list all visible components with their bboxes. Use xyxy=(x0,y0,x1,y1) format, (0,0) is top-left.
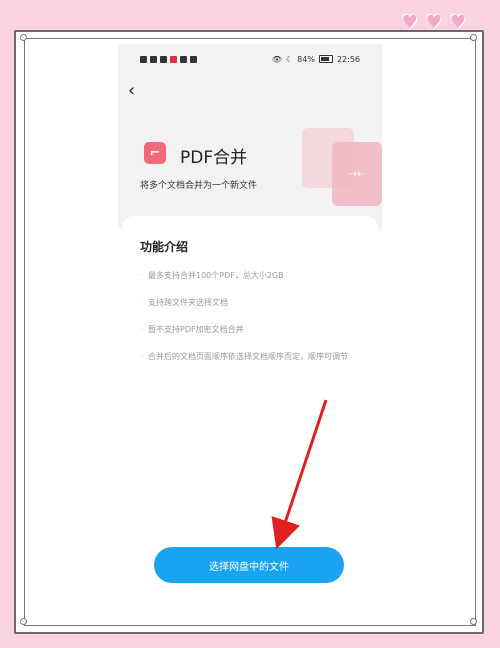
red-arrow-annotation xyxy=(271,399,328,550)
arrow-line xyxy=(271,399,328,550)
